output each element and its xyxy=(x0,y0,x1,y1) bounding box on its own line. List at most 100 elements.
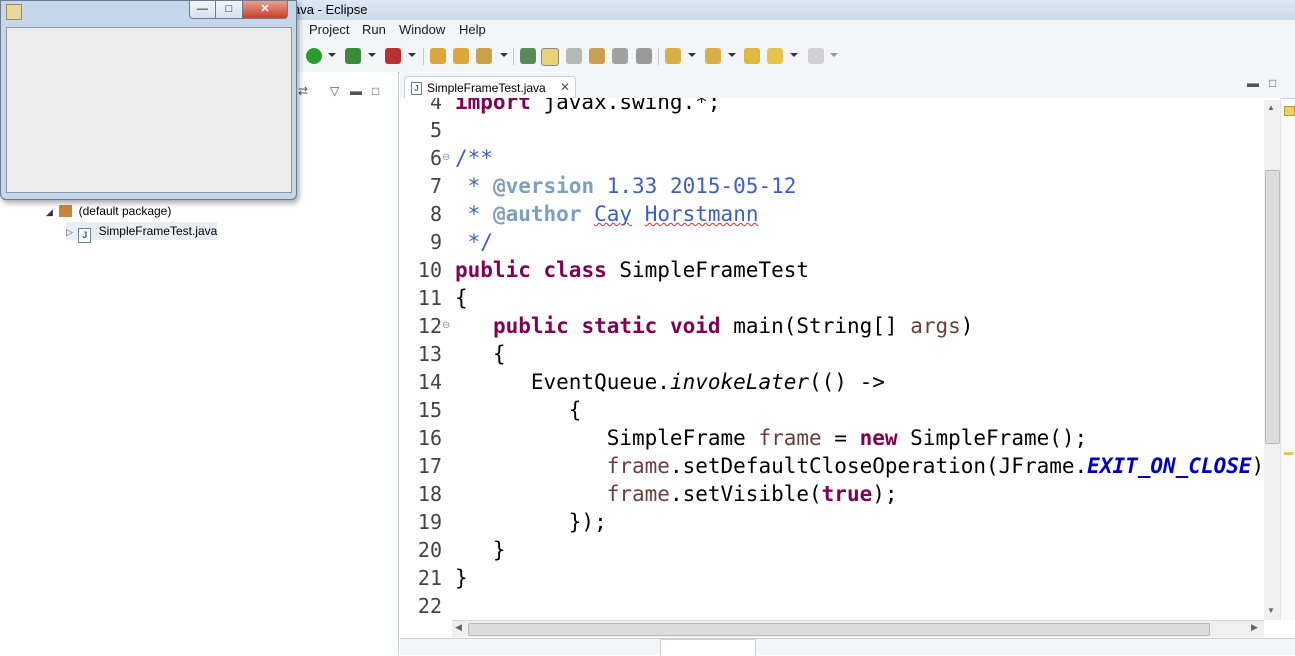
code-line[interactable]: }); xyxy=(455,508,607,536)
maximize-editor-icon[interactable]: □ xyxy=(1269,76,1276,90)
open-folder-icon[interactable] xyxy=(453,48,469,64)
minimize-view-icon[interactable]: ▬ xyxy=(350,84,362,98)
collapse-arrow-icon[interactable]: ◢ xyxy=(46,207,53,217)
block-selection-icon[interactable] xyxy=(566,48,582,64)
debug-dropdown-icon[interactable] xyxy=(368,53,376,57)
minimize-button[interactable]: — xyxy=(189,1,216,19)
search-icon[interactable] xyxy=(476,48,492,64)
tree-row-file[interactable]: ▷ J SimpleFrameTest.java xyxy=(66,222,218,243)
code-token: true xyxy=(821,482,873,506)
vertical-scrollbar[interactable]: ▲ ▼ xyxy=(1264,100,1280,620)
previous-edit-dropdown-icon[interactable] xyxy=(728,53,736,57)
code-line[interactable]: EventQueue.invokeLater(() -> xyxy=(455,368,885,396)
code-token: ); xyxy=(872,482,898,506)
code-line[interactable]: frame.setVisible(true); xyxy=(455,480,898,508)
tab-simpleframetest[interactable]: J SimpleFrameTest.java ✕ xyxy=(404,76,576,99)
forward-icon[interactable] xyxy=(808,48,824,64)
external-dropdown-icon[interactable] xyxy=(408,53,416,57)
run-dropdown-icon[interactable] xyxy=(328,53,336,57)
fold-toggle-icon[interactable]: ⊖ xyxy=(442,312,452,340)
toolbar-separator xyxy=(658,48,659,65)
code-line[interactable]: */ xyxy=(455,228,493,256)
maximize-button[interactable]: □ xyxy=(215,1,243,19)
code-line[interactable]: SimpleFrame frame = new SimpleFrame(); xyxy=(455,424,1087,452)
code-line[interactable]: * @version 1.33 2015-05-12 xyxy=(455,172,797,200)
next-edit-dropdown-icon[interactable] xyxy=(688,53,696,57)
simple-frame-window[interactable]: — □ ✕ xyxy=(0,0,297,200)
horizontal-scrollbar[interactable]: ◀ ▶ xyxy=(452,620,1264,637)
code-token: @version xyxy=(492,174,595,198)
line-number: 17 xyxy=(417,454,442,478)
open-type-icon[interactable] xyxy=(430,48,446,64)
fold-toggle-icon[interactable]: ⊖ xyxy=(442,144,452,172)
next-annotation-icon[interactable] xyxy=(589,48,605,64)
bottom-view-tabs xyxy=(400,638,1295,656)
close-button[interactable]: ✕ xyxy=(242,1,288,19)
debug-run-icon[interactable] xyxy=(345,48,361,64)
overview-ruler[interactable] xyxy=(1280,100,1295,620)
maximize-view-icon[interactable]: □ xyxy=(372,84,379,98)
menu-window[interactable]: Window xyxy=(399,22,445,37)
code-line[interactable]: * @author Cay Horstmann xyxy=(455,200,759,228)
code-token: @author xyxy=(492,202,582,226)
code-line[interactable]: } xyxy=(455,564,468,592)
view-menu-icon[interactable]: ▽ xyxy=(330,84,339,98)
word-wrap-icon[interactable] xyxy=(612,48,628,64)
show-whitespace-icon[interactable] xyxy=(636,48,652,64)
back-dropdown-icon[interactable] xyxy=(790,53,798,57)
code-line[interactable]: { xyxy=(455,284,468,312)
code-line[interactable]: } xyxy=(455,536,506,564)
code-line[interactable]: { xyxy=(455,340,506,368)
code-token: args xyxy=(910,314,961,338)
scroll-left-icon[interactable]: ◀ xyxy=(455,622,462,633)
external-tools-icon[interactable] xyxy=(385,48,401,64)
scroll-up-icon[interactable]: ▲ xyxy=(1267,103,1275,112)
menu-help[interactable]: Help xyxy=(459,22,486,37)
code-token: { xyxy=(455,398,582,422)
link-editor-icon[interactable]: ⇄ xyxy=(298,84,308,98)
window-title: ava - Eclipse xyxy=(293,2,368,17)
next-edit-icon[interactable] xyxy=(665,48,681,64)
code-line[interactable]: public class SimpleFrameTest xyxy=(455,256,809,284)
minimize-editor-icon[interactable]: ▬ xyxy=(1247,76,1259,90)
code-token: main(String[] xyxy=(720,314,911,338)
menu-run[interactable]: Run xyxy=(362,22,386,37)
tab-close-icon[interactable]: ✕ xyxy=(560,80,570,94)
scroll-down-icon[interactable]: ▼ xyxy=(1267,606,1275,615)
vertical-scroll-thumb[interactable] xyxy=(1265,170,1280,444)
code-token: invokeLater xyxy=(669,370,810,394)
code-line[interactable]: /** xyxy=(455,144,493,172)
code-token: } xyxy=(455,538,506,562)
code-token: .setVisible( xyxy=(669,482,822,506)
line-number: 15 xyxy=(417,398,442,422)
toggle-mark-icon[interactable] xyxy=(520,48,536,64)
code-token: { xyxy=(455,286,468,310)
forward-dropdown-icon[interactable] xyxy=(830,53,838,57)
warning-marker-icon[interactable] xyxy=(1284,106,1295,116)
code-line[interactable]: public static void main(String[] args) xyxy=(455,312,974,340)
annotation-marker[interactable] xyxy=(1284,452,1293,455)
java-file-icon: J xyxy=(78,228,92,243)
line-number: 22 xyxy=(417,594,442,618)
expand-arrow-icon[interactable]: ▷ xyxy=(66,227,73,237)
code-token: frame xyxy=(606,454,670,478)
run-icon[interactable] xyxy=(306,48,322,64)
code-line[interactable]: import javax.swing.*; xyxy=(455,98,721,116)
code-line[interactable]: { xyxy=(455,396,582,424)
code-line[interactable]: frame.setDefaultCloseOperation(JFrame.EX… xyxy=(455,452,1277,480)
back-icon[interactable] xyxy=(767,48,783,64)
menu-project[interactable]: Project xyxy=(309,22,349,37)
last-edit-location-icon[interactable] xyxy=(744,48,760,64)
toggle-highlight-icon[interactable] xyxy=(541,48,559,66)
code-token: class xyxy=(543,258,607,282)
horizontal-scroll-thumb[interactable] xyxy=(468,623,1210,636)
code-editor[interactable]: 4 5 6 ⊖ 7 8 9 10 11 12 ⊖ 13 14 15 16 17 18 19 20 21 22 impor… xyxy=(400,98,1280,620)
previous-edit-icon[interactable] xyxy=(705,48,721,64)
tree-row-default-package[interactable]: ◢ (default package) xyxy=(46,202,171,220)
scroll-right-icon[interactable]: ▶ xyxy=(1251,622,1258,633)
search-dropdown-icon[interactable] xyxy=(500,53,508,57)
tab-console[interactable] xyxy=(660,639,756,656)
